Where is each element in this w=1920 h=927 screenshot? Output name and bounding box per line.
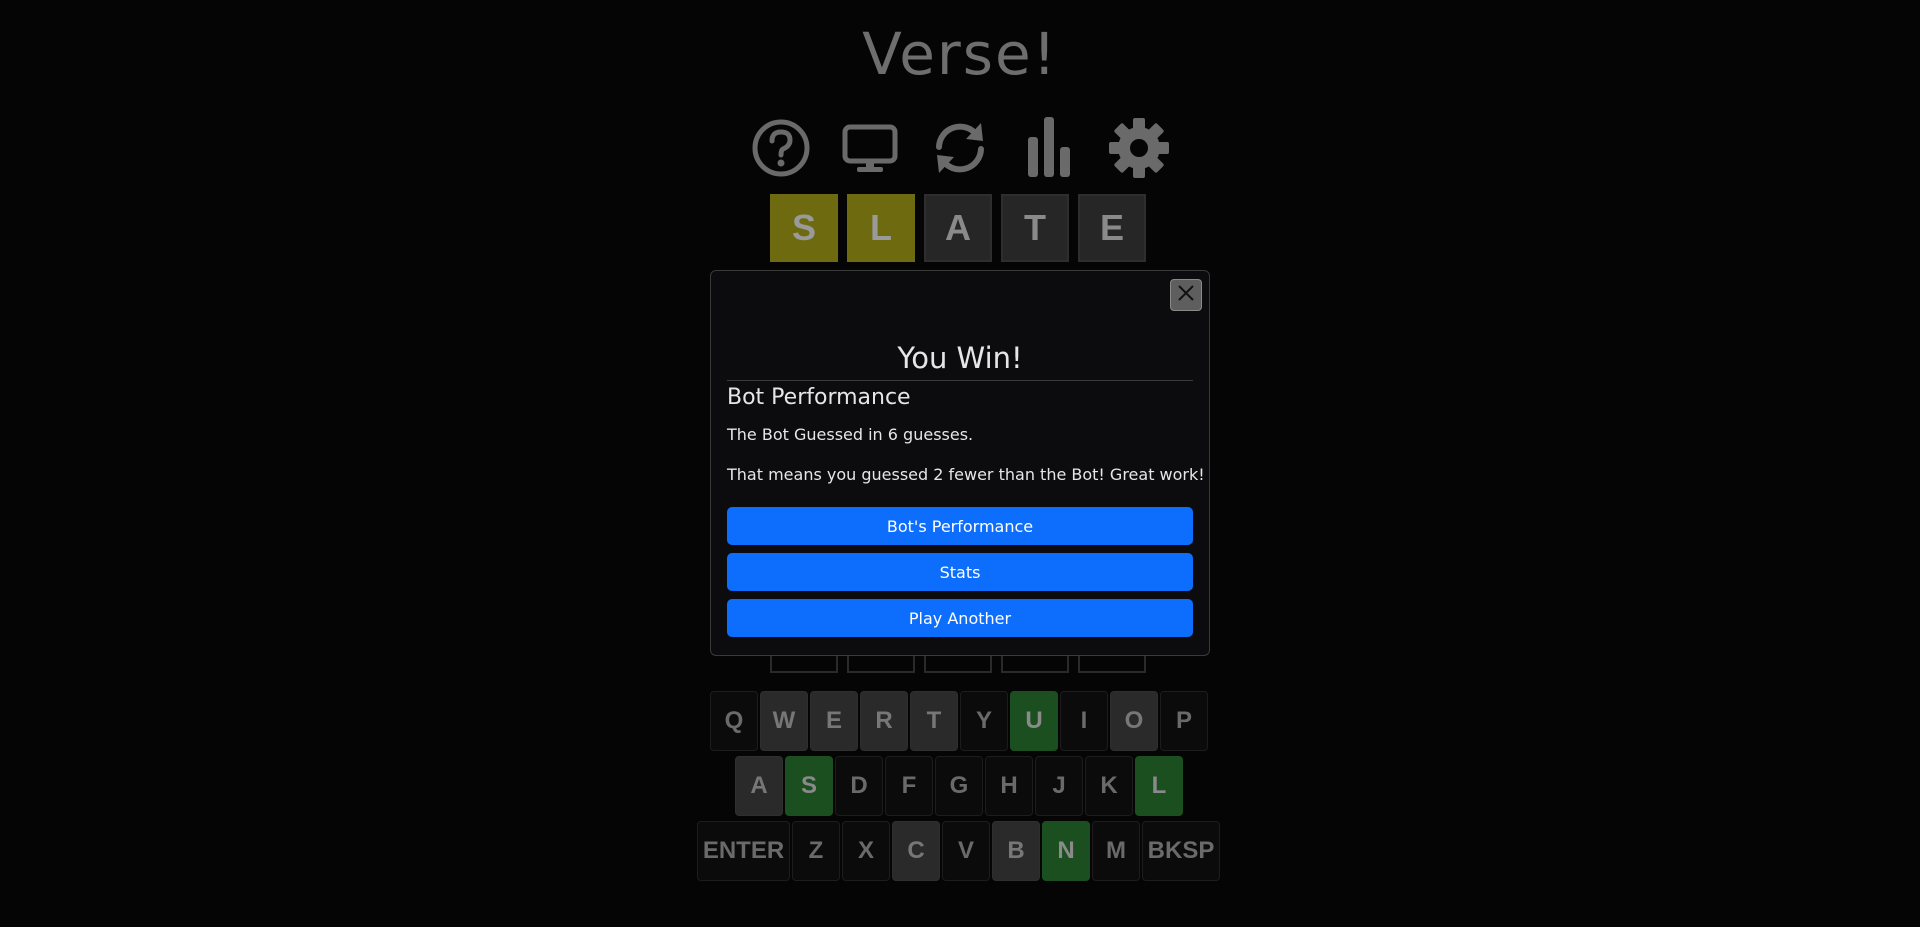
key-t[interactable]: T [910,691,958,751]
board-tile: A [924,194,992,262]
settings-icon[interactable] [1108,117,1170,179]
monitor-icon[interactable] [839,117,901,179]
key-v[interactable]: V [942,821,990,881]
key-i[interactable]: I [1060,691,1108,751]
result-text: That means you guessed 2 fewer than the … [727,465,1205,484]
key-g[interactable]: G [935,756,983,816]
key-p[interactable]: P [1160,691,1208,751]
key-q[interactable]: Q [710,691,758,751]
key-m[interactable]: M [1092,821,1140,881]
board-row: SLATE [770,194,1150,264]
key-w[interactable]: W [760,691,808,751]
stats-icon[interactable] [1018,117,1080,179]
key-l[interactable]: L [1135,756,1183,816]
key-a[interactable]: A [735,756,783,816]
board-tile: L [847,194,915,262]
modal-subtitle: Bot Performance [727,385,911,410]
toolbar [750,117,1170,179]
key-j[interactable]: J [1035,756,1083,816]
key-c[interactable]: C [892,821,940,881]
key-r[interactable]: R [860,691,908,751]
refresh-icon[interactable] [929,117,991,179]
key-f[interactable]: F [885,756,933,816]
key-u[interactable]: U [1010,691,1058,751]
board-tile: E [1078,194,1146,262]
key-enter[interactable]: ENTER [697,821,790,881]
bot-performance-button[interactable]: Bot's Performance [727,507,1193,545]
key-y[interactable]: Y [960,691,1008,751]
game-title: Verse! [862,20,1058,88]
key-o[interactable]: O [1110,691,1158,751]
key-k[interactable]: K [1085,756,1133,816]
key-z[interactable]: Z [792,821,840,881]
key-s[interactable]: S [785,756,833,816]
key-b[interactable]: B [992,821,1040,881]
stats-button[interactable]: Stats [727,553,1193,591]
help-icon[interactable] [750,117,812,179]
play-another-button[interactable]: Play Another [727,599,1193,637]
win-modal: You Win! Bot Performance The Bot Guessed… [710,270,1210,656]
key-x[interactable]: X [842,821,890,881]
key-n[interactable]: N [1042,821,1090,881]
close-icon [1177,284,1195,306]
modal-title: You Win! [727,336,1193,381]
board-tile: S [770,194,838,262]
key-e[interactable]: E [810,691,858,751]
bot-guesses-text: The Bot Guessed in 6 guesses. [727,425,974,444]
board-tile: T [1001,194,1069,262]
key-bksp[interactable]: BKSP [1142,821,1220,881]
close-button[interactable] [1170,279,1202,311]
key-h[interactable]: H [985,756,1033,816]
key-d[interactable]: D [835,756,883,816]
